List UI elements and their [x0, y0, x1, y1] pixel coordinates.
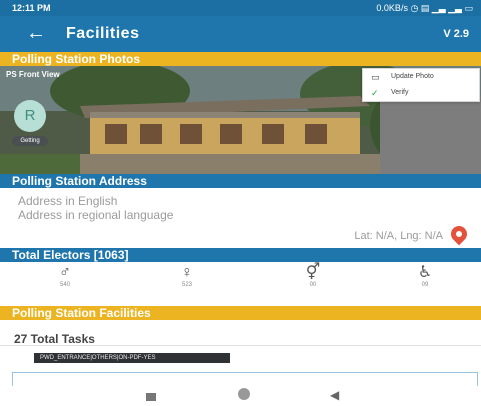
- electors-header: Total Electors [1063]: [0, 248, 481, 262]
- recent-apps-icon[interactable]: [144, 390, 158, 401]
- update-photo-menu-item[interactable]: ▭ Update Photo: [363, 69, 479, 85]
- male-count: 540: [59, 282, 70, 288]
- address-regional: Address in regional language: [18, 208, 174, 222]
- lat-lng: Lat: N/A, Lng: N/A: [354, 230, 443, 242]
- male-electors: ♂ 540: [50, 264, 80, 288]
- page-title: Facilities: [66, 25, 140, 42]
- check-icon: ✓: [371, 88, 379, 98]
- female-icon: ♀: [181, 264, 193, 281]
- address-english: Address in English: [18, 194, 118, 208]
- verify-label: Verify: [391, 89, 409, 96]
- avatar: R: [14, 100, 46, 132]
- divider: [0, 345, 481, 346]
- facility-card[interactable]: [12, 372, 478, 386]
- camera-icon: ▭: [371, 72, 380, 82]
- status-icons: 0.0KB/s ◷ ▤ ▁▃ ▁▃ ▭: [376, 3, 473, 13]
- update-photo-label: Update Photo: [391, 73, 434, 80]
- verify-menu-item[interactable]: ✓ Verify: [363, 85, 479, 101]
- pwd-count: 09: [421, 282, 429, 288]
- female-count: 523: [181, 282, 192, 288]
- status-time: 12:11 PM: [12, 3, 51, 13]
- total-tasks: 27 Total Tasks: [14, 332, 95, 346]
- female-electors: ♀ 523: [172, 264, 202, 288]
- system-nav-bar: ◀: [0, 386, 481, 406]
- photo-context-menu: ▭ Update Photo ✓ Verify: [362, 68, 480, 102]
- back-triangle-icon[interactable]: ◀: [330, 388, 339, 402]
- status-bar: 12:11 PM 0.0KB/s ◷ ▤ ▁▃ ▁▃ ▭: [0, 0, 481, 16]
- map-pin-icon[interactable]: [447, 222, 471, 246]
- pwd-icon: ♿: [417, 264, 433, 281]
- third-gender-electors: ⚥ 00: [298, 264, 328, 288]
- address-header: Polling Station Address: [0, 174, 481, 188]
- facilities-header: Polling Station Facilities: [0, 306, 481, 320]
- arrow-left-icon[interactable]: ←: [26, 22, 46, 45]
- third-gender-count: 00: [309, 282, 317, 288]
- pwd-electors: ♿ 09: [410, 264, 440, 288]
- version-label: V 2.9: [443, 28, 469, 40]
- photos-header: Polling Station Photos: [0, 52, 481, 66]
- facility-chip[interactable]: PWD_ENTRANCE|OTHERS|ON-PDF-YES: [34, 353, 230, 363]
- third-gender-icon: ⚥: [305, 264, 321, 281]
- male-icon: ♂: [59, 264, 71, 281]
- app-bar: ← Facilities V 2.9: [0, 16, 481, 52]
- avatar-tag: Getting: [12, 136, 48, 146]
- home-icon[interactable]: [234, 388, 254, 404]
- photo-label: PS Front View: [6, 70, 60, 79]
